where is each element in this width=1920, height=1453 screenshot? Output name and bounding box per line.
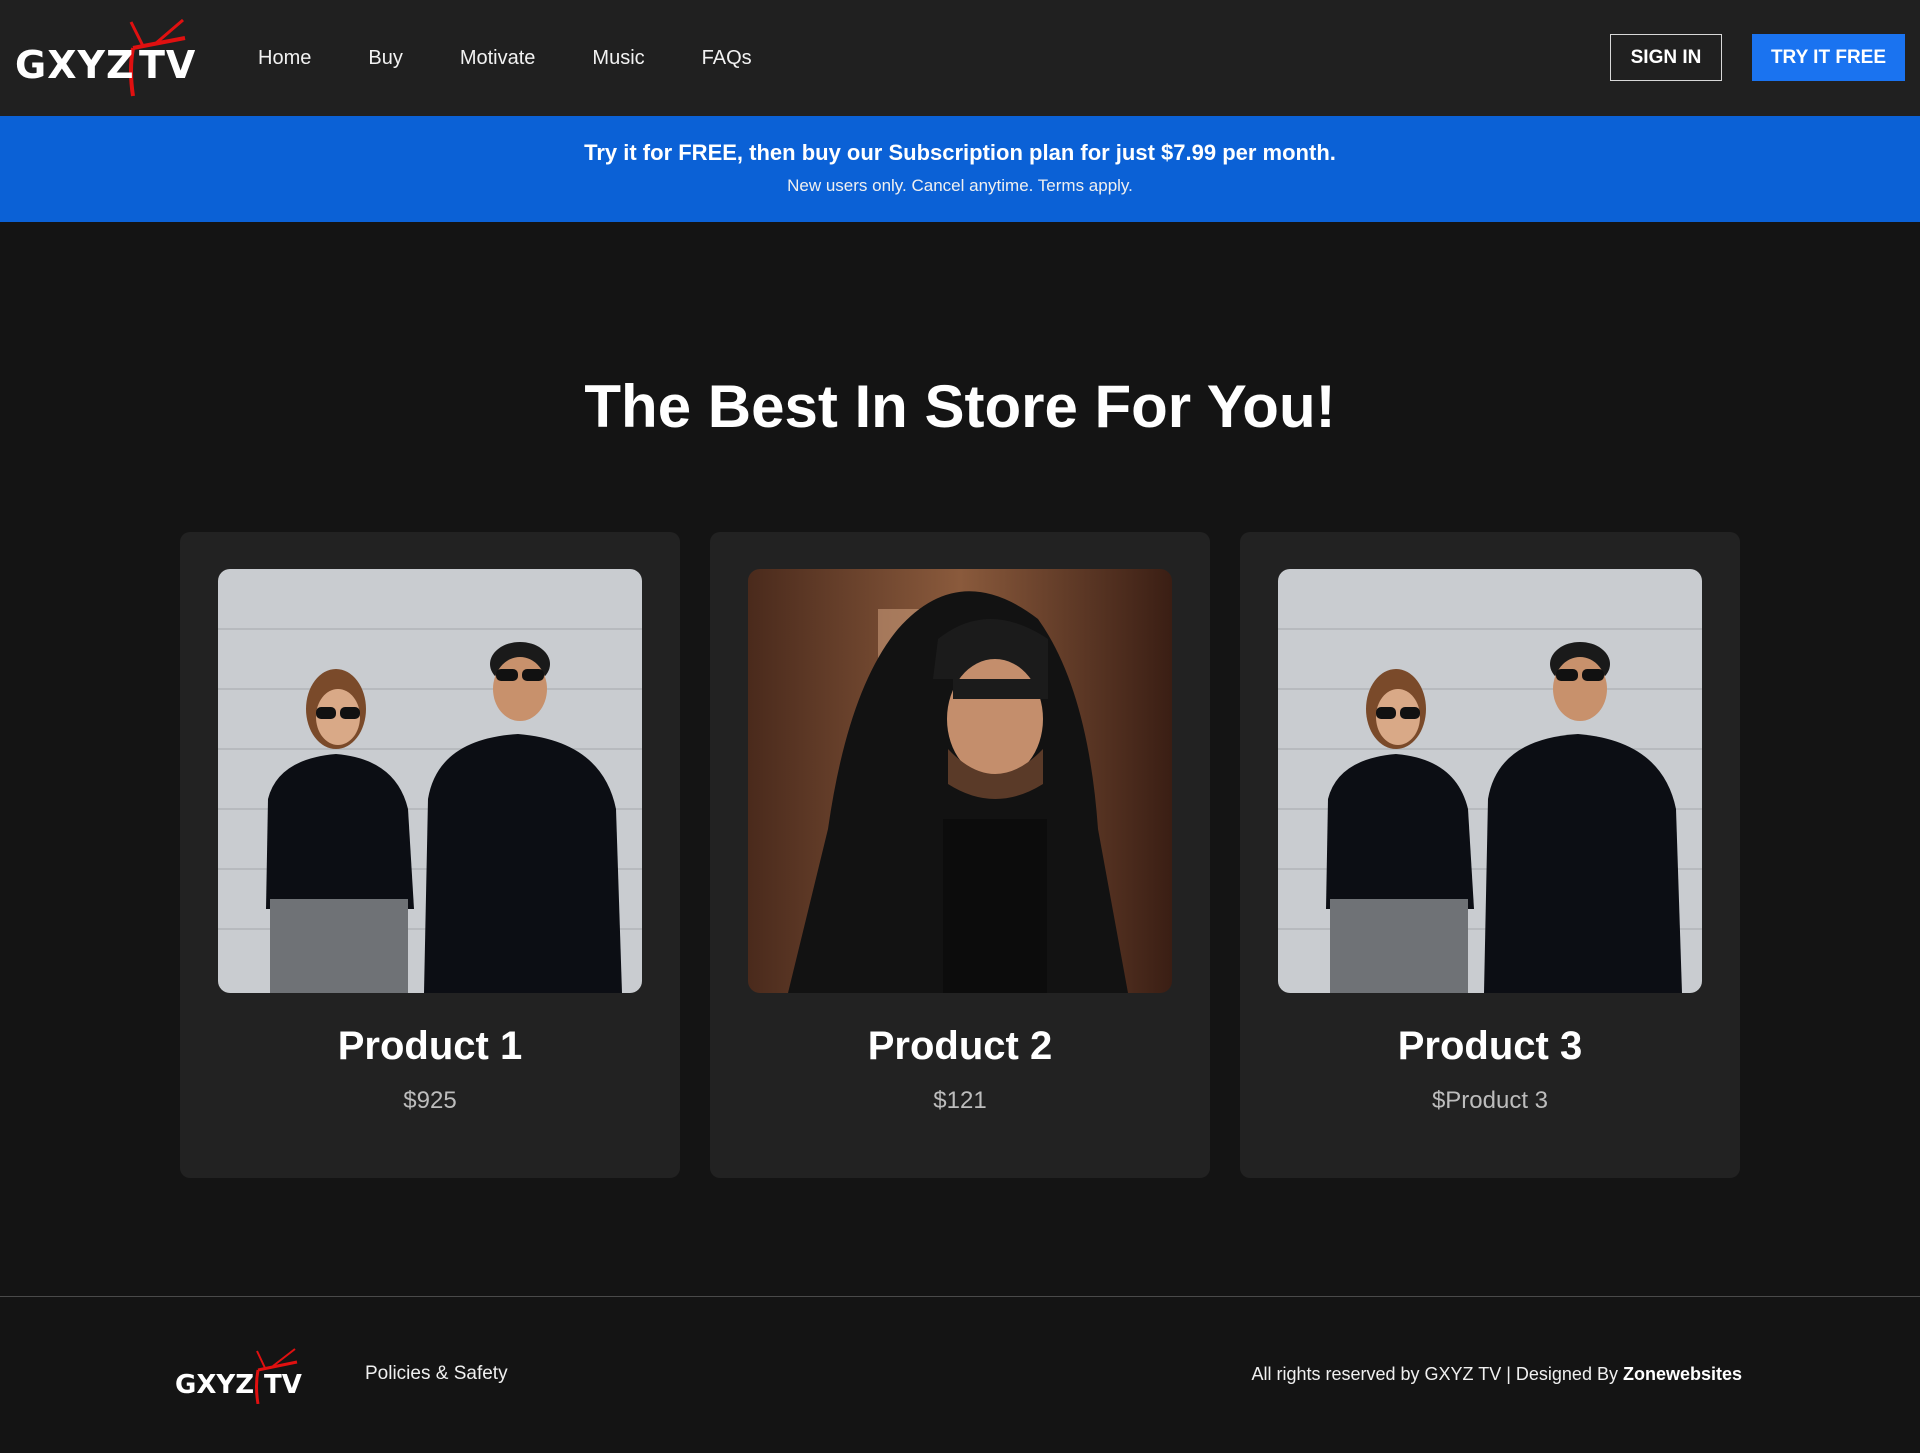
- nav-music[interactable]: Music: [592, 47, 644, 70]
- product-card-3[interactable]: Product 3 $Product 3: [1240, 532, 1740, 1178]
- designer-link[interactable]: Zonewebsites: [1623, 1364, 1742, 1384]
- site-header: GXYZ TV Home Buy Motivate Music FAQs SIG…: [0, 0, 1920, 116]
- product-title-3[interactable]: Product 3: [1240, 1024, 1740, 1069]
- promo-subtext: New users only. Cancel anytime. Terms ap…: [787, 176, 1133, 195]
- couple-hoodies-photo-icon: [1278, 569, 1702, 993]
- product-image-1[interactable]: [218, 569, 642, 993]
- copyright-text: All rights reserved by GXYZ TV | Designe…: [1251, 1364, 1742, 1385]
- policies-safety-link[interactable]: Policies & Safety: [365, 1363, 508, 1385]
- try-it-free-button[interactable]: TRY IT FREE: [1752, 34, 1905, 81]
- product-title-1[interactable]: Product 1: [180, 1024, 680, 1069]
- promo-headline: Try it for FREE, then buy our Subscripti…: [584, 140, 1336, 165]
- man-hooded-jacket-photo-icon: [748, 569, 1172, 993]
- product-price-2: $121: [933, 1087, 987, 1114]
- footer-divider: [0, 1296, 1920, 1297]
- product-card-2[interactable]: Product 2 $121: [710, 532, 1210, 1178]
- footer-brand-logo[interactable]: GXYZ TV: [175, 1348, 305, 1405]
- nav-buy[interactable]: Buy: [368, 47, 402, 70]
- product-price-1: $925: [403, 1087, 457, 1114]
- nav-home[interactable]: Home: [258, 47, 311, 70]
- product-price-3: $Product 3: [1431, 1087, 1549, 1114]
- page-title: The Best In Store For You!: [584, 373, 1336, 440]
- nav-motivate[interactable]: Motivate: [460, 47, 536, 70]
- nav-faqs[interactable]: FAQs: [702, 47, 752, 70]
- promo-banner: Try it for FREE, then buy our Subscripti…: [0, 116, 1920, 222]
- brand-logo[interactable]: GXYZ TV: [15, 18, 195, 98]
- logo-text-tv: TV: [139, 43, 197, 87]
- sign-in-button[interactable]: SIGN IN: [1610, 34, 1722, 81]
- product-card-1[interactable]: Product 1 $925: [180, 532, 680, 1178]
- copyright-prefix: All rights reserved by GXYZ TV | Designe…: [1251, 1364, 1623, 1384]
- product-image-3[interactable]: [1278, 569, 1702, 993]
- logo-text-gxyz: GXYZ: [15, 43, 135, 87]
- product-title-2[interactable]: Product 2: [710, 1024, 1210, 1069]
- product-image-2[interactable]: [748, 569, 1172, 993]
- couple-hoodies-photo-icon: [218, 569, 642, 993]
- main-nav: Home Buy Motivate Music FAQs: [258, 0, 809, 116]
- footer-logo-text-gxyz: GXYZ: [175, 1370, 255, 1400]
- footer-logo-text-tv: TV: [264, 1370, 302, 1400]
